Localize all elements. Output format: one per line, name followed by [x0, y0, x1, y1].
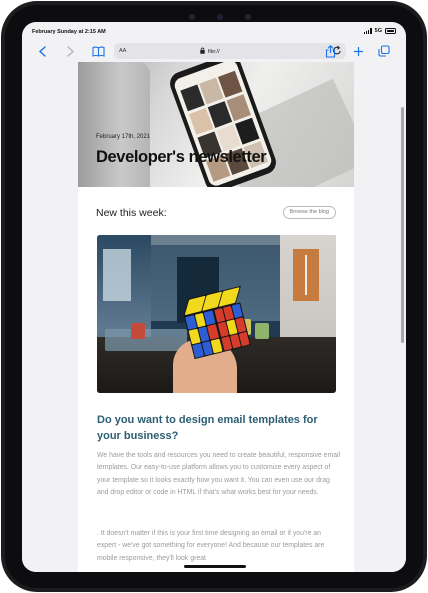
address-display: file://: [200, 47, 220, 56]
book-icon[interactable]: [90, 43, 106, 59]
network-label: 5G: [374, 28, 382, 34]
signal-strength-icon: [363, 28, 372, 34]
hero-laptop-graphic: [78, 62, 150, 187]
status-indicators: 5G: [363, 28, 396, 34]
tablet-device: February Sunday at 2:15 AM 5G AA file://…: [0, 0, 428, 593]
section-heading: New this week:: [96, 207, 167, 219]
article-paragraph: We have the tools and resources you need…: [97, 452, 341, 496]
vertical-scrollbar[interactable]: [401, 107, 404, 343]
plus-icon[interactable]: [350, 43, 366, 59]
forward-icon[interactable]: [62, 43, 78, 59]
sensor-dot: [245, 14, 251, 20]
status-datetime: February Sunday at 2:15 AM: [32, 29, 106, 35]
hero-banner: February 17th, 2021 Developer's newslett…: [78, 62, 354, 187]
url-text: file://: [208, 48, 220, 55]
web-content: February 17th, 2021 Developer's newslett…: [22, 62, 406, 572]
article-title[interactable]: Do you want to design email templates fo…: [97, 413, 342, 444]
rubiks-cube-photo: [97, 235, 336, 393]
camera-icon: [217, 14, 223, 20]
lock-icon: [200, 47, 205, 56]
newsletter-page: February 17th, 2021 Developer's newslett…: [78, 62, 354, 572]
article-paragraph: . It doesn't matter if this is your firs…: [97, 530, 325, 562]
sensor-dot: [189, 14, 195, 20]
home-indicator[interactable]: [184, 565, 246, 568]
address-bar[interactable]: AA file://: [114, 43, 346, 59]
back-icon[interactable]: [34, 43, 50, 59]
browser-toolbar: AA file://: [22, 40, 406, 62]
browse-blog-button[interactable]: Browse the blog: [282, 206, 336, 219]
new-this-week-row: New this week: Browse the blog: [96, 206, 336, 220]
screen: February Sunday at 2:15 AM 5G AA file://…: [22, 22, 406, 572]
hero-phone-graphic: [166, 62, 280, 187]
battery-icon: [385, 28, 396, 34]
tabs-icon[interactable]: [376, 43, 392, 59]
hero-date: February 17th, 2021: [96, 134, 151, 140]
reader-aa-button[interactable]: AA: [119, 48, 126, 54]
status-bar: February Sunday at 2:15 AM 5G: [22, 22, 406, 40]
phone-screen: [172, 62, 274, 187]
hero-title: Developer's newsletter: [96, 148, 267, 166]
share-icon[interactable]: [322, 43, 338, 59]
